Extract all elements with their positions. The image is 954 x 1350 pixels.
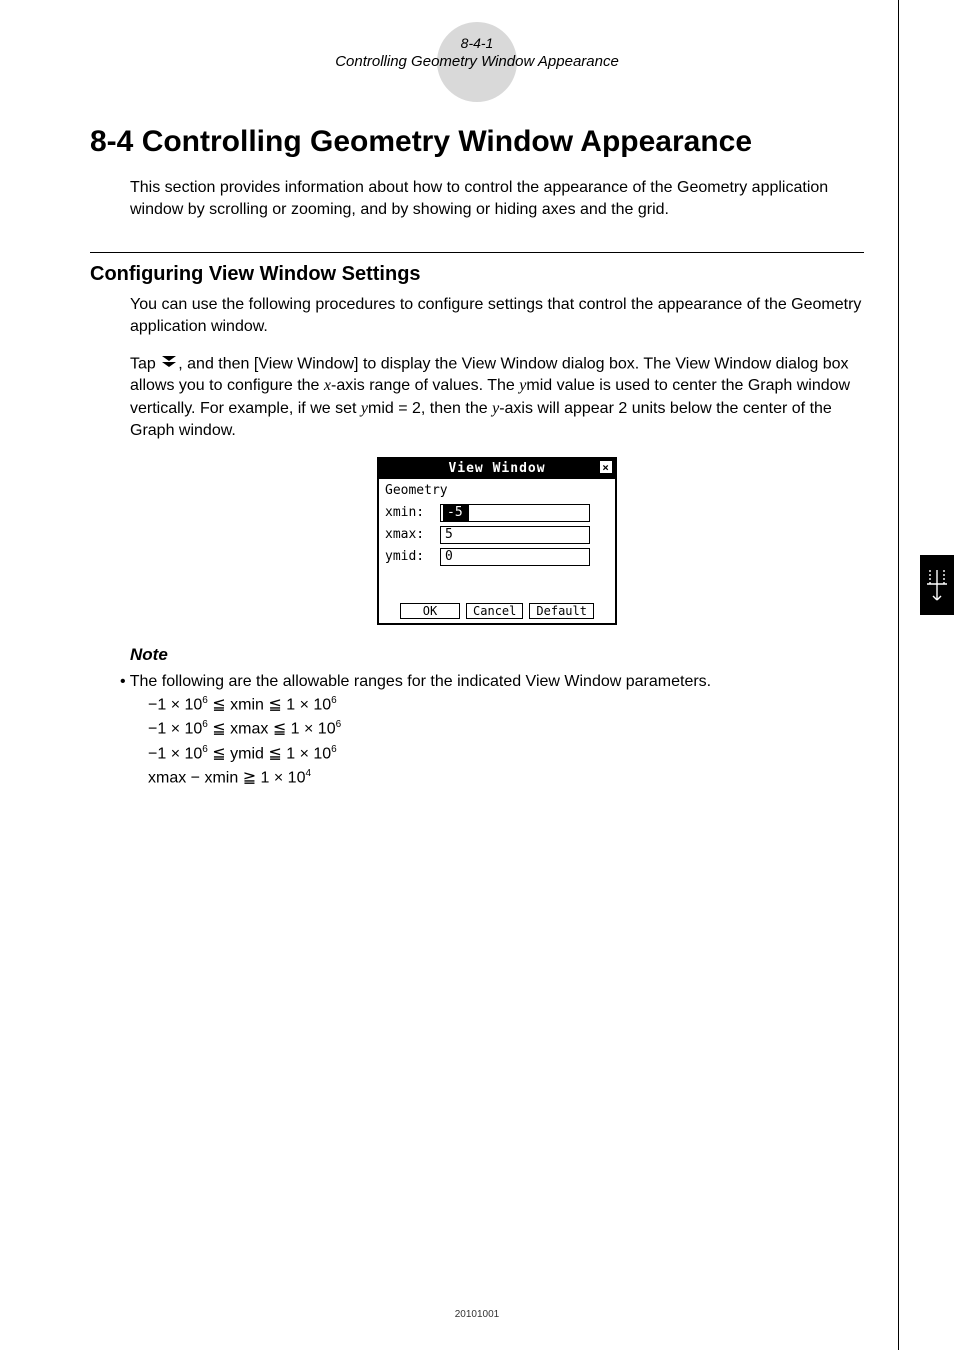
xmin-label: xmin: xyxy=(385,504,440,522)
xmax-input[interactable]: 5 xyxy=(440,526,590,544)
ymid-label: ymid: xyxy=(385,548,440,566)
xmin-value: -5 xyxy=(443,504,469,522)
dialog-title-text: View Window xyxy=(448,461,545,476)
range-diff: xmax − xmin ≧ 1 × 104 xyxy=(148,766,864,790)
section-paragraph-1: You can use the following procedures to … xyxy=(130,294,864,339)
page-header: 8-4-1 Controlling Geometry Window Appear… xyxy=(90,30,864,70)
xmin-input[interactable]: -5 xyxy=(440,504,590,522)
range-xmax: −1 × 106 ≦ xmax ≦ 1 × 106 xyxy=(148,717,864,741)
close-icon[interactable]: × xyxy=(599,460,613,474)
ymid-row: ymid: 0 xyxy=(385,548,609,566)
page-header-subtitle: Controlling Geometry Window Appearance xyxy=(90,53,864,70)
range-ymid: −1 × 106 ≦ ymid ≦ 1 × 106 xyxy=(148,742,864,766)
ok-button[interactable]: OK xyxy=(400,603,460,619)
xmin-row: xmin: -5 xyxy=(385,504,609,522)
dialog-title-bar: View Window × xyxy=(379,459,615,479)
text: -axis range of values. The xyxy=(331,377,519,394)
section-paragraph-2: Tap , and then [View Window] to display … xyxy=(130,353,864,443)
footer-code: 20101001 xyxy=(0,1309,954,1320)
dialog-group-label: Geometry xyxy=(385,482,609,500)
text: mid = 2, then the xyxy=(368,400,492,417)
note-heading: Note xyxy=(130,645,864,665)
var-y: y xyxy=(361,400,368,417)
ymid-input[interactable]: 0 xyxy=(440,548,590,566)
var-x: x xyxy=(324,377,331,394)
cancel-button[interactable]: Cancel xyxy=(466,603,523,619)
section-divider xyxy=(90,252,864,253)
menu-icon xyxy=(160,353,178,375)
intro-paragraph: This section provides information about … xyxy=(130,177,864,222)
note-ranges: −1 × 106 ≦ xmin ≦ 1 × 106 −1 × 106 ≦ xma… xyxy=(148,693,864,790)
page-title: 8-4 Controlling Geometry Window Appearan… xyxy=(90,125,864,159)
note-bullet: • The following are the allowable ranges… xyxy=(120,671,864,693)
page-number: 8-4-1 xyxy=(90,30,864,51)
text: Tap xyxy=(130,355,160,372)
section-heading: Configuring View Window Settings xyxy=(90,263,864,286)
xmax-label: xmax: xyxy=(385,526,440,544)
view-window-dialog: View Window × Geometry xmin: -5 xmax: 5 xyxy=(377,457,617,625)
xmax-row: xmax: 5 xyxy=(385,526,609,544)
range-xmin: −1 × 106 ≦ xmin ≦ 1 × 106 xyxy=(148,693,864,717)
default-button[interactable]: Default xyxy=(529,603,594,619)
